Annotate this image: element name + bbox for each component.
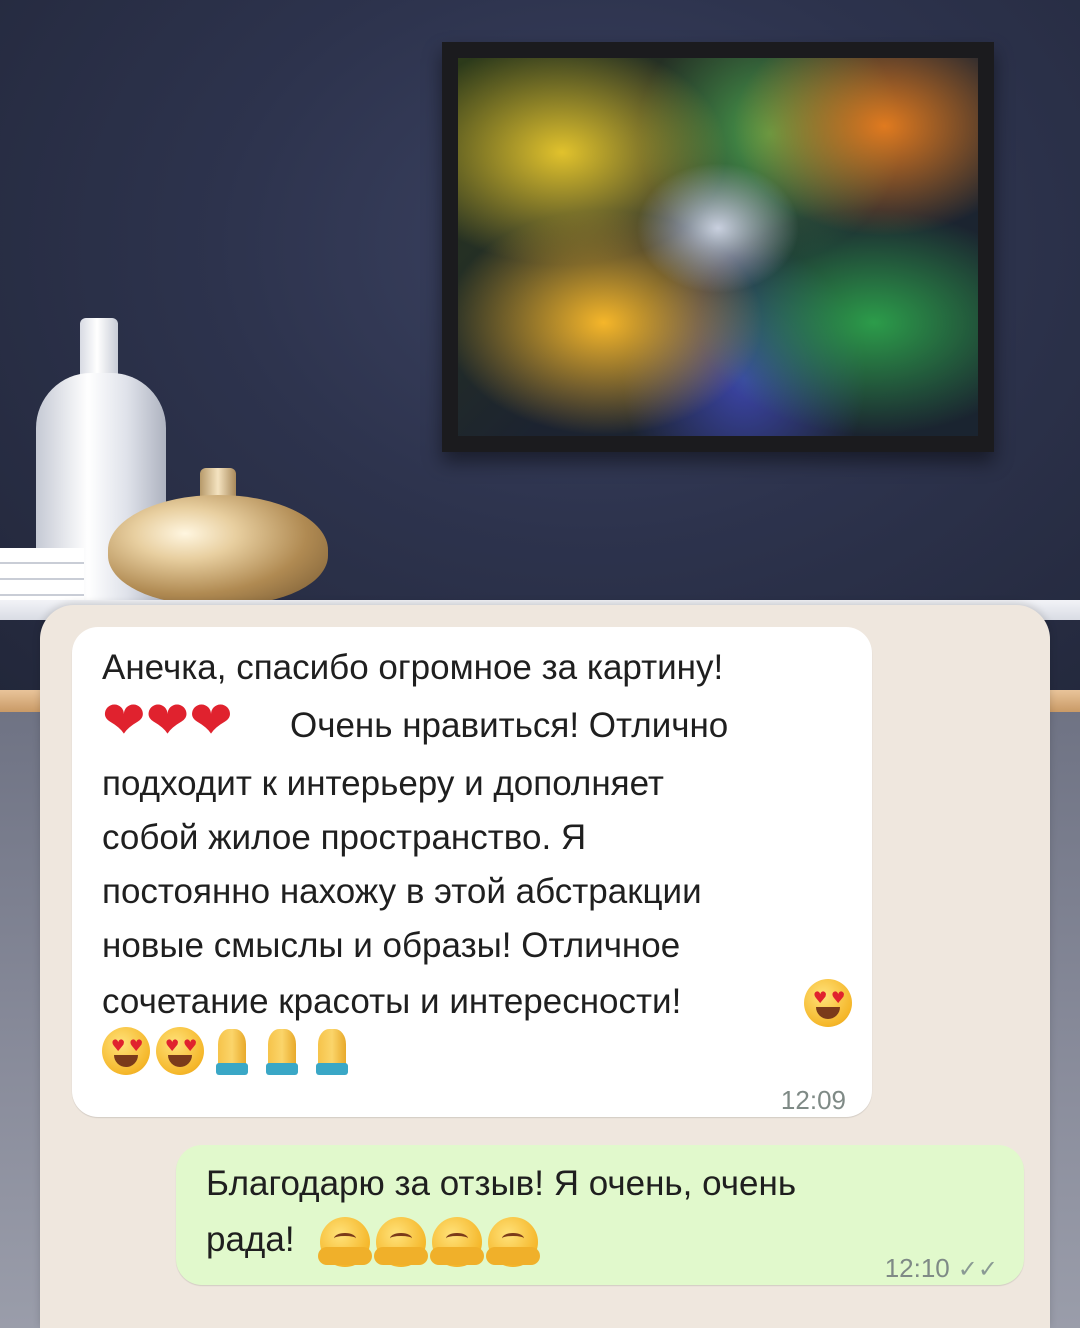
abstract-painting xyxy=(458,58,978,436)
message-line: сочетание красоты и интересности! xyxy=(102,982,682,1021)
hugging-face-icon xyxy=(374,1217,428,1267)
gold-vessel xyxy=(108,495,328,605)
message-line: Анечка, спасибо огромное за картину! xyxy=(102,648,724,687)
message-line: подходит к интерьеру и дополняет xyxy=(102,764,664,803)
hug-emoji-row xyxy=(318,1217,540,1267)
folded-hands-icon xyxy=(210,1027,254,1077)
message-line: рада! xyxy=(206,1220,295,1259)
heart-eyes-face-icon: ♥ ♥ xyxy=(156,1027,204,1075)
message-line: собой жилое пространство. Я xyxy=(102,818,587,857)
folded-hands-icon xyxy=(310,1027,354,1077)
message-time: 12:09 xyxy=(780,1085,846,1115)
incoming-message-bubble[interactable]: Анечка, спасибо огромное за картину! ❤❤❤… xyxy=(72,627,872,1117)
hugging-face-icon xyxy=(486,1217,540,1267)
emoji-row: ♥ ♥ ♥ ♥ xyxy=(102,1027,354,1077)
double-check-icon: ✓✓ xyxy=(957,1256,998,1283)
red-heart-icon: ❤ xyxy=(189,691,233,751)
message-line: постоянно нахожу в этой абстракции xyxy=(102,872,702,911)
message-line: новые смыслы и образы! Отличное xyxy=(102,926,681,965)
painting-frame xyxy=(442,42,994,452)
message-line: Очень нравиться! Отлично xyxy=(290,706,729,745)
chat-screenshot: Анечка, спасибо огромное за картину! ❤❤❤… xyxy=(40,605,1050,1328)
message-time-with-status: 12:10 ✓✓ xyxy=(885,1241,998,1297)
heart-eyes-face-icon: ♥ ♥ xyxy=(804,979,852,1027)
folded-hands-icon xyxy=(260,1027,304,1077)
red-heart-icon: ❤ xyxy=(145,691,190,751)
message-time: 12:10 xyxy=(884,1253,950,1283)
hugging-face-icon xyxy=(318,1217,372,1267)
heart-eyes-face-icon: ♥ ♥ xyxy=(102,1027,150,1075)
red-heart-icon: ❤ xyxy=(102,691,146,751)
message-line: Благодарю за отзыв! Я очень, очень xyxy=(206,1164,797,1203)
outgoing-message-bubble[interactable]: Благодарю за отзыв! Я очень, очень рада!… xyxy=(176,1145,1024,1285)
hearts-row: ❤❤❤ xyxy=(102,695,233,754)
hugging-face-icon xyxy=(430,1217,484,1267)
